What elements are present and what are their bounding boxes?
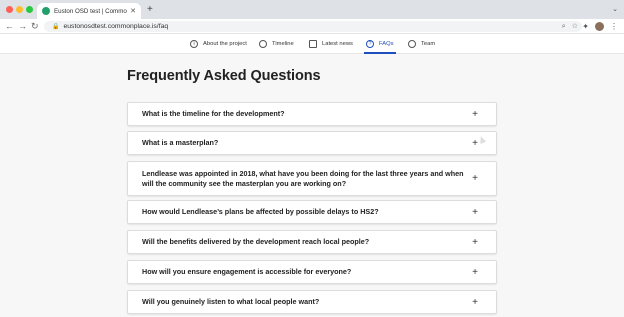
team-icon [408, 40, 416, 48]
faq-question: What is a masterplan? [142, 138, 219, 147]
news-icon [309, 40, 317, 48]
faq-item[interactable]: Will you genuinely listen to what local … [127, 290, 497, 314]
expand-plus-icon[interactable]: + [470, 109, 480, 120]
forward-arrow-icon[interactable]: → [18, 21, 27, 32]
clock-icon [259, 40, 267, 48]
page-title: Frequently Asked Questions [127, 68, 321, 84]
expand-plus-icon[interactable]: + [470, 237, 480, 248]
faq-question: How would Lendlease’s plans be affected … [142, 207, 379, 216]
nav-about-the-project[interactable]: i About the project [190, 34, 247, 54]
nav-timeline[interactable]: Timeline [259, 34, 294, 54]
expand-plus-icon[interactable]: + [470, 173, 480, 184]
url-text: eustonosdtest.commonplace.is/faq [63, 23, 169, 30]
lock-icon[interactable]: 🔒 [52, 23, 59, 30]
faq-question: Will the benefits delivered by the devel… [142, 237, 370, 246]
info-circle-icon: i [190, 40, 198, 48]
maximize-window-button[interactable] [26, 6, 33, 13]
faq-item[interactable]: What is the timeline for the development… [127, 102, 497, 126]
address-bar[interactable]: 🔒 eustonosdtest.commonplace.is/faq ⌕ ☆ [44, 21, 582, 32]
nav-label: FAQs [379, 41, 394, 47]
faq-question: What is the timeline for the development… [142, 109, 285, 118]
zoom-search-icon[interactable]: ⌕ [562, 21, 566, 32]
commonplace-favicon-icon [42, 7, 50, 15]
nav-faqs[interactable]: ? FAQs [364, 34, 395, 54]
tab-title: Euston OSD test | Commonplace [54, 7, 127, 15]
browser-menu-icon[interactable]: ⋮ [610, 21, 618, 32]
browser-toolbar: ← → ↻ 🔒 eustonosdtest.commonplace.is/faq… [0, 19, 624, 34]
extensions-puzzle-icon[interactable]: ✦ [582, 21, 589, 32]
expand-plus-icon[interactable]: + [470, 207, 480, 218]
tab-search-icon[interactable]: ⌄ [612, 5, 618, 13]
expand-plus-icon[interactable]: + [470, 297, 480, 308]
question-circle-icon: ? [366, 40, 374, 48]
profile-avatar[interactable] [595, 22, 604, 31]
minimize-window-button[interactable] [16, 6, 23, 13]
faq-question: How will you ensure engagement is access… [142, 267, 352, 276]
nav-team[interactable]: Team [408, 34, 435, 54]
browser-tab-strip: Euston OSD test | Commonplace ✕ + ⌄ [0, 0, 624, 19]
close-window-button[interactable] [6, 6, 13, 13]
nav-label: Timeline [272, 41, 294, 47]
faq-item[interactable]: Will the benefits delivered by the devel… [127, 230, 497, 254]
faq-question: Will you genuinely listen to what local … [142, 297, 320, 306]
faq-item[interactable]: What is a masterplan? + [127, 131, 497, 155]
nav-label: Team [421, 41, 436, 47]
site-navigation: i About the project Timeline Latest news… [0, 34, 624, 54]
expand-plus-icon[interactable]: + [470, 267, 480, 278]
new-tab-icon[interactable]: + [147, 3, 153, 17]
faq-item[interactable]: How would Lendlease’s plans be affected … [127, 200, 497, 224]
nav-latest-news[interactable]: Latest news [309, 34, 353, 54]
browser-tab[interactable]: Euston OSD test | Commonplace ✕ [37, 3, 141, 19]
nav-label: Latest news [322, 41, 353, 47]
faq-question: Lendlease was appointed in 2018, what ha… [142, 168, 464, 188]
bookmark-star-icon[interactable]: ☆ [572, 21, 578, 32]
nav-label: About the project [203, 41, 247, 47]
close-tab-icon[interactable]: ✕ [130, 7, 136, 15]
reload-icon[interactable]: ↻ [31, 21, 39, 32]
back-arrow-icon[interactable]: ← [5, 21, 14, 32]
faq-item[interactable]: How will you ensure engagement is access… [127, 260, 497, 284]
faq-item[interactable]: Lendlease was appointed in 2018, what ha… [127, 161, 497, 196]
